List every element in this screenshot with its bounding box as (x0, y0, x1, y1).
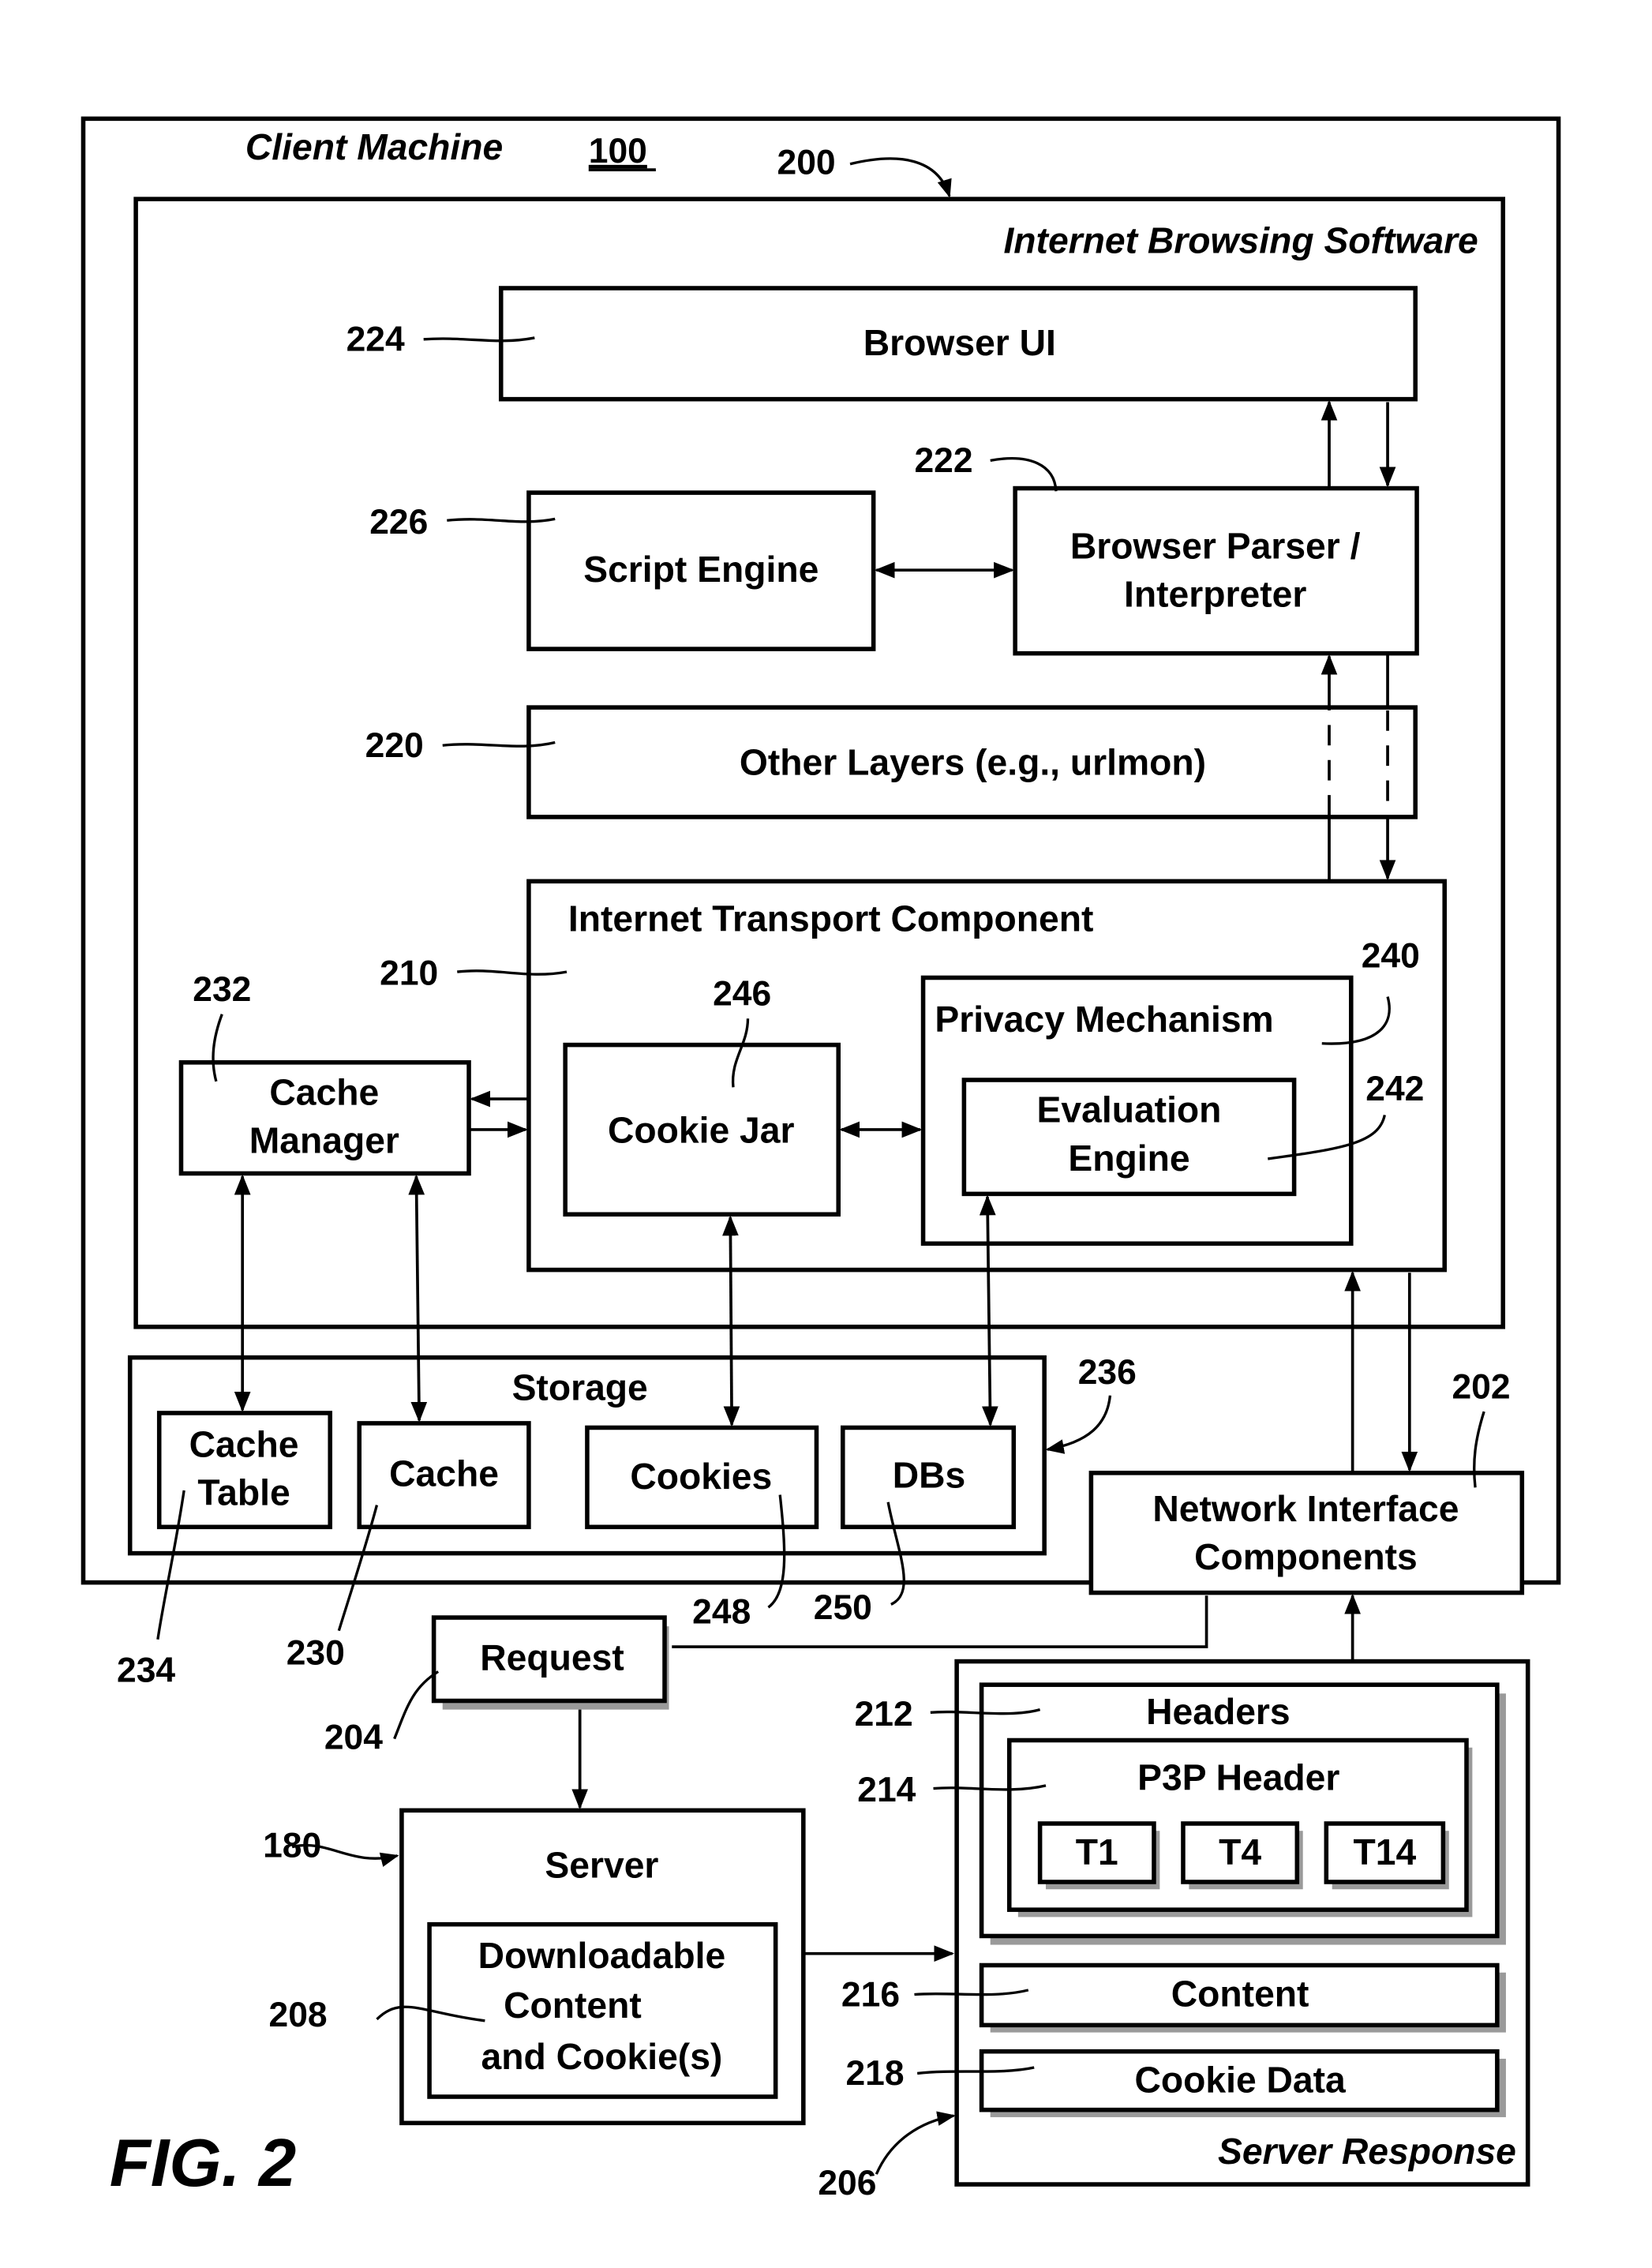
parser-label-line2: Interpreter (1124, 573, 1306, 614)
browsing-software-ref: 200 (777, 144, 836, 182)
ref-234: 234 (117, 1651, 175, 1689)
ref-216: 216 (841, 1975, 900, 2014)
cache-label: Cache (389, 1453, 499, 1494)
other-layers-label: Other Layers (e.g., urlmon) (740, 741, 1206, 782)
ref-222: 222 (914, 441, 972, 480)
ref-206: 206 (818, 2164, 876, 2202)
browser-parser-box (1013, 485, 1419, 656)
ref-236: 236 (1078, 1353, 1137, 1392)
request-label: Request (480, 1637, 624, 1678)
token-t1: T1 (1076, 1831, 1118, 1873)
network-interface-line2: Components (1194, 1536, 1418, 1577)
parser-label-line1: Browser Parser / (1070, 525, 1361, 566)
cache-manager-line2: Manager (249, 1120, 399, 1161)
ref-224: 224 (347, 321, 405, 359)
dbs-label: DBs (893, 1454, 966, 1495)
script-engine-label: Script Engine (583, 549, 819, 590)
ref-226: 226 (369, 503, 428, 542)
content-label: Content (1171, 1973, 1309, 2014)
network-interface-line1: Network Interface (1152, 1488, 1459, 1529)
downloadable-line3: and Cookie(s) (481, 2036, 723, 2077)
ref-240: 240 (1362, 937, 1420, 976)
figure-label: FIG. 2 (110, 2126, 296, 2201)
downloadable-line1: Downloadable (478, 1935, 726, 1976)
ref-250: 250 (814, 1588, 872, 1627)
ref-208: 208 (269, 1996, 328, 2034)
patent-diagram: Client Machine 100 200 Internet Browsing… (81, 116, 1561, 2202)
browsing-software-title: Internet Browsing Software (1003, 220, 1478, 261)
token-t4: T4 (1219, 1831, 1261, 1873)
ref-218: 218 (845, 2054, 904, 2093)
cache-manager-line1: Cache (269, 1071, 379, 1112)
ref-204: 204 (324, 1719, 383, 1757)
server-response-title: Server Response (1218, 2131, 1516, 2172)
storage-title: Storage (512, 1366, 648, 1408)
token-t14: T14 (1353, 1831, 1416, 1873)
browser-ui-label: Browser UI (863, 322, 1056, 363)
transport-label: Internet Transport Component (568, 898, 1094, 939)
ref-210: 210 (380, 954, 438, 993)
headers-label: Headers (1146, 1691, 1291, 1732)
client-machine-ref: 100 (589, 132, 647, 171)
ref-232: 232 (193, 970, 251, 1009)
ref-202: 202 (1452, 1367, 1510, 1406)
ref-230: 230 (287, 1633, 345, 1672)
leader-206 (875, 2111, 956, 2175)
ref-212: 212 (855, 1695, 913, 1734)
cookiejar-cookies-arrow (722, 1215, 740, 1427)
request-nic-connector (672, 1595, 1208, 1648)
client-machine-title: Client Machine (245, 126, 503, 167)
server-title: Server (545, 1844, 658, 1885)
ref-242: 242 (1365, 1070, 1424, 1108)
cache-table-line2: Table (197, 1472, 290, 1513)
cookies-label: Cookies (630, 1456, 772, 1497)
evaluation-label-line2: Engine (1068, 1138, 1189, 1179)
cookie-data-label: Cookie Data (1134, 2059, 1347, 2100)
evaluation-label-line1: Evaluation (1037, 1089, 1222, 1130)
downloadable-line2: Content (504, 1985, 642, 2026)
privacy-label: Privacy Mechanism (935, 999, 1273, 1040)
ref-246: 246 (713, 975, 771, 1014)
p3p-header-label: P3P Header (1137, 1756, 1339, 1798)
cache-table-line1: Cache (189, 1423, 299, 1464)
ref-220: 220 (365, 726, 424, 765)
ref-214: 214 (857, 1771, 916, 1809)
cookie-jar-label: Cookie Jar (608, 1110, 795, 1151)
ref-248: 248 (692, 1592, 751, 1631)
